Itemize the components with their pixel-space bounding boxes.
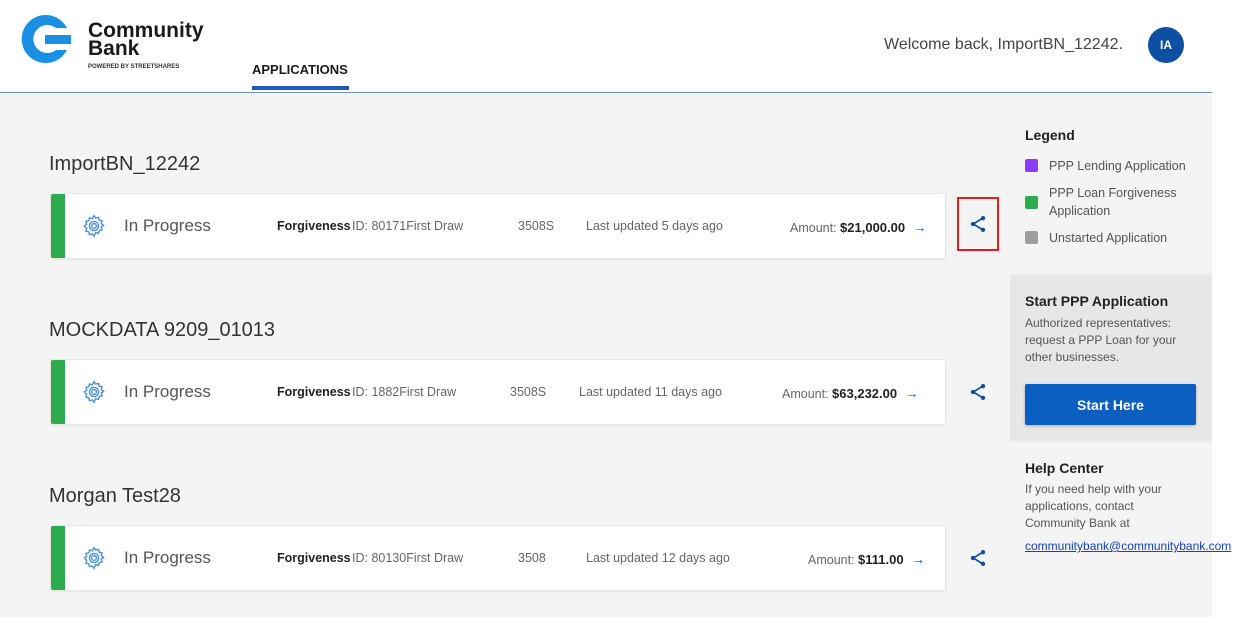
arrow-right-icon: → — [912, 219, 927, 235]
help-center-panel: Help Center If you need help with your a… — [1010, 443, 1212, 617]
last-updated: Last updated 12 days ago — [586, 551, 730, 565]
help-center-text: If you need help with your applications,… — [1025, 482, 1162, 530]
community-bank-logo-icon — [21, 15, 71, 64]
status-text: In Progress — [124, 382, 211, 401]
amount-value: $63,232.00 — [832, 386, 898, 401]
business-name: MOCKDATA 9209_01013 — [49, 319, 276, 341]
status-text: In Progress — [124, 548, 211, 567]
share-button[interactable] — [957, 197, 999, 251]
application-card[interactable]: In Progress Forgiveness ID: 80171First D… — [50, 193, 946, 259]
application-id: ID: 80130First Draw — [352, 551, 464, 565]
start-ppp-heading: Start PPP Application — [1025, 293, 1169, 309]
logo-subtitle: POWERED BY STREETSHARES — [88, 64, 180, 70]
avatar[interactable]: IA — [1148, 27, 1184, 63]
legend-swatch-green — [1025, 196, 1038, 209]
application-type: Forgiveness — [277, 385, 351, 399]
legend-label: PPP Lending Application — [1049, 159, 1186, 173]
welcome-message: Welcome back, ImportBN_12242. — [884, 36, 1123, 53]
application-type: Forgiveness — [277, 219, 351, 233]
arrow-right-icon: → — [904, 385, 919, 401]
legend-panel: Legend PPP Lending Application PPP Loan … — [1010, 93, 1212, 273]
start-here-button[interactable]: Start Here — [1025, 384, 1196, 425]
application-id: ID: 80171First Draw — [352, 219, 464, 233]
right-sidebar: Legend PPP Lending Application PPP Loan … — [1010, 93, 1231, 617]
status-color-bar — [51, 526, 65, 590]
legend-label: Unstarted Application — [1049, 231, 1168, 245]
legend-swatch-gray — [1025, 231, 1038, 244]
gear-icon — [83, 380, 105, 404]
active-tab-indicator — [252, 86, 349, 90]
legend-label: PPP Loan Forgiveness Application — [1049, 186, 1177, 218]
application-card[interactable]: In Progress Forgiveness ID: 1882First Dr… — [50, 359, 946, 425]
legend-item: Unstarted Application — [1025, 229, 1210, 247]
amount-value: $111.00 — [858, 552, 904, 567]
share-icon — [970, 384, 986, 400]
logo-title: Community Bank — [88, 19, 204, 60]
legend-heading: Legend — [1025, 127, 1075, 143]
share-button[interactable] — [963, 543, 993, 573]
last-updated: Last updated 5 days ago — [586, 219, 723, 233]
share-button[interactable] — [963, 377, 993, 407]
amount-row[interactable]: Amount: $63,232.00 → — [782, 385, 919, 401]
business-name: Morgan Test28 — [49, 485, 181, 507]
gear-icon — [83, 546, 105, 570]
legend-item: PPP Loan Forgiveness Application — [1025, 184, 1210, 220]
form-code: 3508S — [510, 385, 547, 399]
help-center-heading: Help Center — [1025, 460, 1104, 476]
status-text: In Progress — [124, 216, 211, 235]
business-name: ImportBN_12242 — [49, 153, 201, 175]
arrow-right-icon: → — [911, 551, 926, 567]
application-card[interactable]: In Progress Forgiveness ID: 80130First D… — [50, 525, 946, 591]
share-icon — [970, 550, 986, 566]
tab-applications[interactable]: APPLICATIONS — [252, 62, 348, 77]
form-code: 3508S — [518, 219, 555, 233]
amount-label: Amount: — [808, 553, 855, 567]
application-type: Forgiveness — [277, 551, 351, 565]
amount-row[interactable]: Amount: $21,000.00 → — [790, 219, 927, 235]
legend-item: PPP Lending Application — [1025, 157, 1210, 175]
top-header: Community Bank POWERED BY STREETSHARES A… — [0, 0, 1212, 93]
logo[interactable]: Community Bank POWERED BY STREETSHARES — [18, 11, 204, 71]
start-ppp-text: Authorized representatives: request a PP… — [1025, 316, 1177, 364]
form-code: 3508 — [518, 551, 546, 565]
amount-row[interactable]: Amount: $111.00 → — [808, 551, 925, 567]
right-margin — [1212, 0, 1255, 617]
status-color-bar — [51, 194, 65, 258]
application-id: ID: 1882First Draw — [352, 385, 457, 399]
amount-value: $21,000.00 — [840, 220, 906, 235]
amount-label: Amount: — [790, 221, 837, 235]
gear-icon — [83, 214, 105, 238]
amount-label: Amount: — [782, 387, 829, 401]
last-updated: Last updated 11 days ago — [579, 385, 722, 399]
share-icon — [970, 216, 986, 232]
status-color-bar — [51, 360, 65, 424]
legend-swatch-purple — [1025, 159, 1038, 172]
help-email-link[interactable]: communitybank@communitybank.com — [1025, 539, 1231, 553]
